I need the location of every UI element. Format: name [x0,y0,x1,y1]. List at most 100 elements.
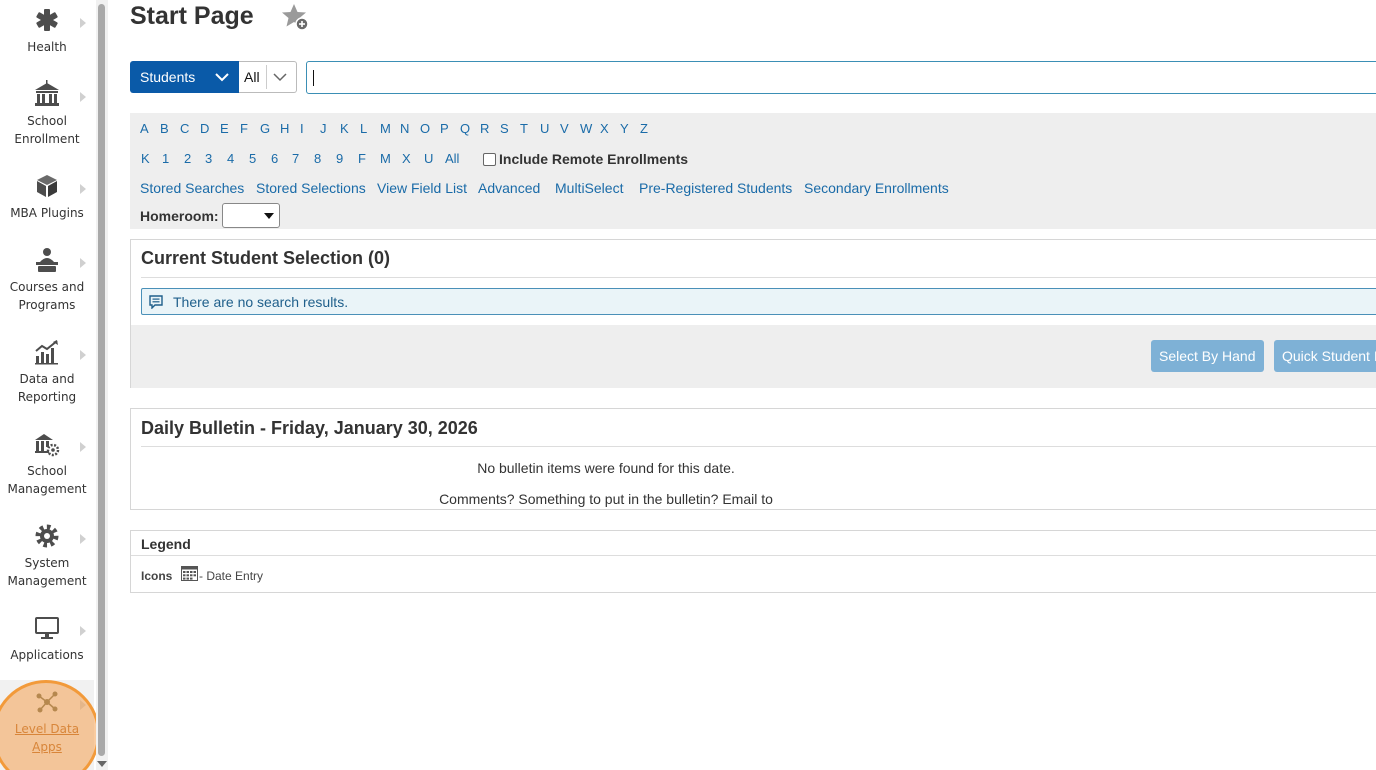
grade-filter-link[interactable]: 2 [184,151,191,166]
alpha-letter-link[interactable]: R [480,121,489,136]
sidebar-item-school-enrollment[interactable]: School Enrollment [0,80,94,148]
grade-filter-link[interactable]: K [141,151,150,166]
alpha-letter-link[interactable]: Z [640,121,648,136]
chevron-right-icon [80,350,86,360]
monitor-icon [35,617,59,639]
chevron-down-icon [273,73,287,82]
sidebar-label-line: Management [7,482,87,496]
chevron-right-icon [80,626,86,636]
sidebar-scrollbar[interactable] [96,0,108,770]
search-option-link[interactable]: Stored Selections [256,180,366,196]
sidebar-item-system-management[interactable]: System Management [0,522,94,590]
alpha-letter-link[interactable]: O [420,121,430,136]
alpha-letter-link[interactable]: M [380,121,391,136]
alpha-letter-link[interactable]: E [220,121,229,136]
sidebar-label-line: Health [27,40,67,54]
alpha-letter-link[interactable]: F [240,121,248,136]
alpha-letter-link[interactable]: D [200,121,209,136]
sidebar-item-school-management[interactable]: School Management [0,430,94,498]
chevron-right-icon [80,534,86,544]
sidebar-item-label: Data and Reporting [0,370,94,406]
sidebar-item-label: School Management [0,462,94,498]
grade-filter-link[interactable]: All [445,151,459,166]
search-option-link[interactable]: Secondary Enrollments [804,180,949,196]
grade-filter-link[interactable]: M [380,151,391,166]
quick-student-button[interactable]: Quick Student I [1274,340,1376,372]
alpha-letter-link[interactable]: H [280,121,289,136]
search-filter-value: All [244,69,260,85]
grade-filter-link[interactable]: 1 [162,151,169,166]
grade-filter-link[interactable]: X [402,151,411,166]
grade-filter-link[interactable]: F [358,151,366,166]
search-filter-dropdown[interactable]: All [239,61,297,93]
grade-filter-link[interactable]: 4 [227,151,234,166]
sidebar-item-courses-programs[interactable]: Courses and Programs [0,246,94,314]
grade-filter-link[interactable]: U [424,151,433,166]
sidebar-nav: Health School Enrollment MBA Plugins Cour… [0,0,100,770]
medical-asterisk-icon [36,9,58,31]
scroll-down-arrow-icon[interactable] [97,761,107,767]
sidebar-label-line: Management [7,574,87,588]
grade-filter-link[interactable]: 8 [314,151,321,166]
alpha-letter-link[interactable]: S [500,121,509,136]
chevron-down-icon [264,213,274,219]
search-option-link[interactable]: View Field List [377,180,467,196]
alpha-letter-link[interactable]: T [520,121,528,136]
sidebar-label-line: Level Data [14,722,80,736]
scrollbar-thumb[interactable] [98,4,105,756]
alpha-letter-link[interactable]: N [400,121,409,136]
homeroom-label: Homeroom: [140,208,219,224]
no-results-alert: There are no search results. [141,288,1376,315]
search-option-link[interactable]: Advanced [478,180,540,196]
sidebar-label-line: Courses and [9,280,85,294]
alpha-letter-link[interactable]: G [260,121,270,136]
grade-filter-link[interactable]: 6 [271,151,278,166]
sidebar-item-data-reporting[interactable]: Data and Reporting [0,338,94,406]
grade-filter-link[interactable]: 7 [292,151,299,166]
alpha-letter-link[interactable]: B [160,121,169,136]
alpha-letter-link[interactable]: X [600,121,609,136]
legend-date-entry-label: - Date Entry [199,569,264,583]
selection-title: Current Student Selection (0) [141,248,391,268]
search-scope-dropdown[interactable]: Students [130,61,239,93]
chart-trend-icon [35,340,58,365]
chevron-down-icon [215,73,229,82]
star-add-icon[interactable] [281,2,311,32]
alpha-letter-link[interactable]: A [140,121,149,136]
alpha-letter-link[interactable]: V [560,121,569,136]
alpha-letter-link[interactable]: P [440,121,449,136]
select-by-hand-button[interactable]: Select By Hand [1151,340,1264,372]
grade-filter-link[interactable]: 9 [336,151,343,166]
sidebar-item-label: Applications [0,646,94,664]
daily-bulletin-panel: Daily Bulletin - Friday, January 30, 202… [130,408,1376,510]
alpha-letter-link[interactable]: W [580,121,592,136]
search-option-link[interactable]: Stored Searches [140,180,244,196]
alpha-letter-link[interactable]: Y [620,121,629,136]
alpha-letter-link[interactable]: L [360,121,367,136]
alpha-letter-link[interactable]: I [300,121,304,136]
search-option-link[interactable]: Pre-Registered Students [639,180,792,196]
sidebar-label-line: School [27,464,67,478]
alpha-letter-link[interactable]: J [320,121,327,136]
search-option-link[interactable]: MultiSelect [555,180,623,196]
sidebar-item-level-data-apps[interactable]: Level Data Apps [0,680,94,770]
sidebar-item-health[interactable]: Health [0,6,94,56]
chevron-right-icon [80,442,86,452]
text-cursor [313,70,314,86]
page-title: Start Page [130,2,254,30]
search-input[interactable] [306,61,1376,94]
grade-filter-link[interactable]: 5 [249,151,256,166]
alpha-letter-link[interactable]: Q [460,121,470,136]
alpha-letter-link[interactable]: U [540,121,549,136]
alpha-letter-link[interactable]: K [340,121,349,136]
homeroom-select[interactable] [222,203,280,228]
sidebar-label-line: Enrollment [14,132,80,146]
sidebar-item-mba-plugins[interactable]: MBA Plugins [0,172,94,222]
include-remote-checkbox[interactable] [483,153,496,166]
sidebar-item-label: School Enrollment [0,112,94,148]
grade-filter-link[interactable]: 3 [205,151,212,166]
sidebar-item-applications[interactable]: Applications [0,614,94,664]
sidebar-label-line: Reporting [17,390,77,404]
alpha-letter-link[interactable]: C [180,121,189,136]
gear-icon [35,524,59,548]
